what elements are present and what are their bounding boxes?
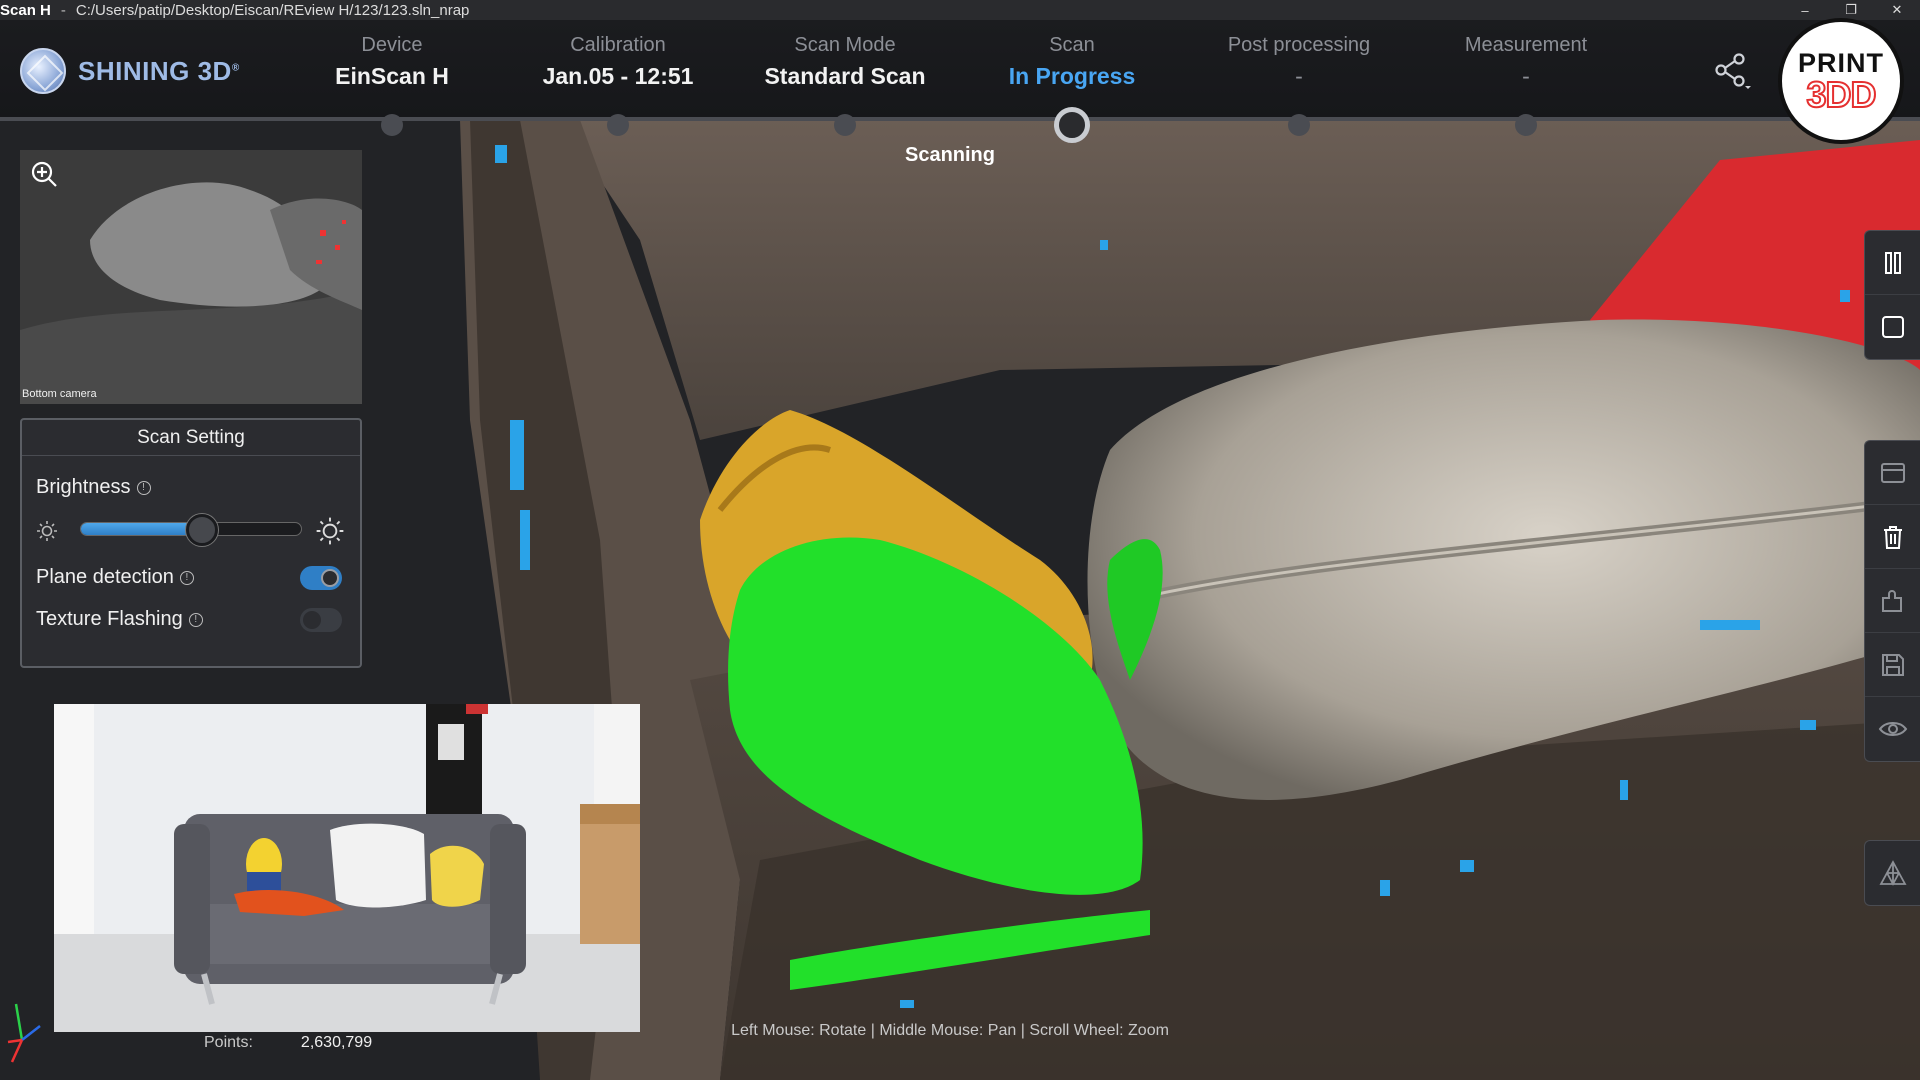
bottom-camera-preview[interactable]: Bottom camera xyxy=(20,150,362,404)
brightness-label: Brightness xyxy=(36,476,131,498)
step-dot xyxy=(1515,114,1537,136)
window-controls: – ❐ ✕ xyxy=(1782,0,1920,20)
puzzle-icon xyxy=(1882,589,1902,612)
mouse-controls-hint: Left Mouse: Rotate | Middle Mouse: Pan |… xyxy=(731,1022,1169,1039)
points-counter: Points: 2,630,799 xyxy=(204,1034,372,1052)
share-icon[interactable] xyxy=(1712,50,1752,90)
brightness-row: Brightness ! xyxy=(36,476,151,499)
project-path: C:/Users/patip/Desktop/Eiscan/REview H/1… xyxy=(75,1,470,19)
visibility-button[interactable] xyxy=(1865,697,1920,761)
zoom-in-icon[interactable] xyxy=(30,160,58,188)
plane-detection-row: Plane detection ! xyxy=(36,566,194,589)
info-icon[interactable]: ! xyxy=(179,570,194,585)
step-dot-active xyxy=(1054,107,1090,143)
app-name: Scan H xyxy=(0,1,51,19)
info-icon[interactable]: ! xyxy=(136,480,151,495)
plane-detection-toggle[interactable] xyxy=(300,566,342,590)
scan-control-toolbar xyxy=(1864,230,1920,360)
step-device[interactable]: Device EinScan H xyxy=(282,34,502,90)
mesh-toolbar xyxy=(1864,840,1920,906)
step-calibration[interactable]: Calibration Jan.05 - 12:51 xyxy=(508,34,728,90)
step-dot xyxy=(1288,114,1310,136)
info-icon[interactable]: ! xyxy=(188,612,203,627)
save-icon xyxy=(1882,653,1904,676)
points-value: 2,630,799 xyxy=(300,1034,373,1051)
axis-gizmo-icon xyxy=(7,1003,41,1063)
stop-icon xyxy=(1882,316,1904,338)
camera-image xyxy=(20,150,362,404)
live-camera-image xyxy=(54,704,640,1032)
panel-title: Scan Setting xyxy=(22,420,360,456)
texture-flashing-label: Texture Flashing xyxy=(36,608,183,630)
step-scan-mode[interactable]: Scan Mode Standard Scan xyxy=(735,34,955,90)
edit-toolbar xyxy=(1864,440,1920,762)
eye-icon xyxy=(1878,722,1908,736)
window-title-bar: Scan H - C:/Users/patip/Desktop/Eiscan/R… xyxy=(0,0,1920,20)
step-dot xyxy=(381,114,403,136)
delete-button[interactable] xyxy=(1865,505,1920,569)
panel-button[interactable] xyxy=(1865,441,1920,505)
workflow-header: SHINING 3D® Device EinScan H Calibration… xyxy=(0,20,1920,143)
plane-detection-label: Plane detection xyxy=(36,566,174,588)
step-scan[interactable]: Scan In Progress xyxy=(962,34,1182,90)
scan-status: Scanning xyxy=(904,144,995,166)
progress-track xyxy=(0,117,1920,121)
step-post-processing[interactable]: Post processing - xyxy=(1189,34,1409,90)
brightness-low-icon xyxy=(37,521,57,541)
brightness-slider[interactable] xyxy=(80,514,302,546)
brightness-slider-handle[interactable] xyxy=(186,514,218,546)
pause-button[interactable] xyxy=(1865,231,1920,295)
mesh-icon xyxy=(1879,860,1907,886)
minimize-button[interactable]: – xyxy=(1782,0,1828,20)
live-camera-view xyxy=(54,704,640,1032)
camera-label: Bottom camera xyxy=(22,388,97,400)
pause-icon xyxy=(1885,251,1901,274)
restore-button[interactable]: ❐ xyxy=(1828,0,1874,20)
points-label: Points: xyxy=(204,1034,253,1051)
trash-icon xyxy=(1884,525,1902,549)
step-measurement[interactable]: Measurement - xyxy=(1416,34,1636,90)
scan-setting-panel: Scan Setting Brightness ! Plane detectio… xyxy=(20,418,362,668)
step-dot xyxy=(834,114,856,136)
print3d-watermark-logo: PRINT 3DD xyxy=(1778,18,1904,144)
merge-button[interactable] xyxy=(1865,569,1920,633)
mesh-button[interactable] xyxy=(1865,841,1920,905)
brightness-high-icon xyxy=(316,517,344,545)
brightness-slider-fill xyxy=(81,523,202,535)
step-dot xyxy=(607,114,629,136)
workflow-steps: Device EinScan H Calibration Jan.05 - 12… xyxy=(0,20,1920,143)
stop-button[interactable] xyxy=(1865,295,1920,359)
save-button[interactable] xyxy=(1865,633,1920,697)
panel-icon xyxy=(1881,462,1905,483)
close-button[interactable]: ✕ xyxy=(1874,0,1920,20)
texture-flashing-row: Texture Flashing ! xyxy=(36,608,203,631)
texture-flashing-toggle[interactable] xyxy=(300,608,342,632)
